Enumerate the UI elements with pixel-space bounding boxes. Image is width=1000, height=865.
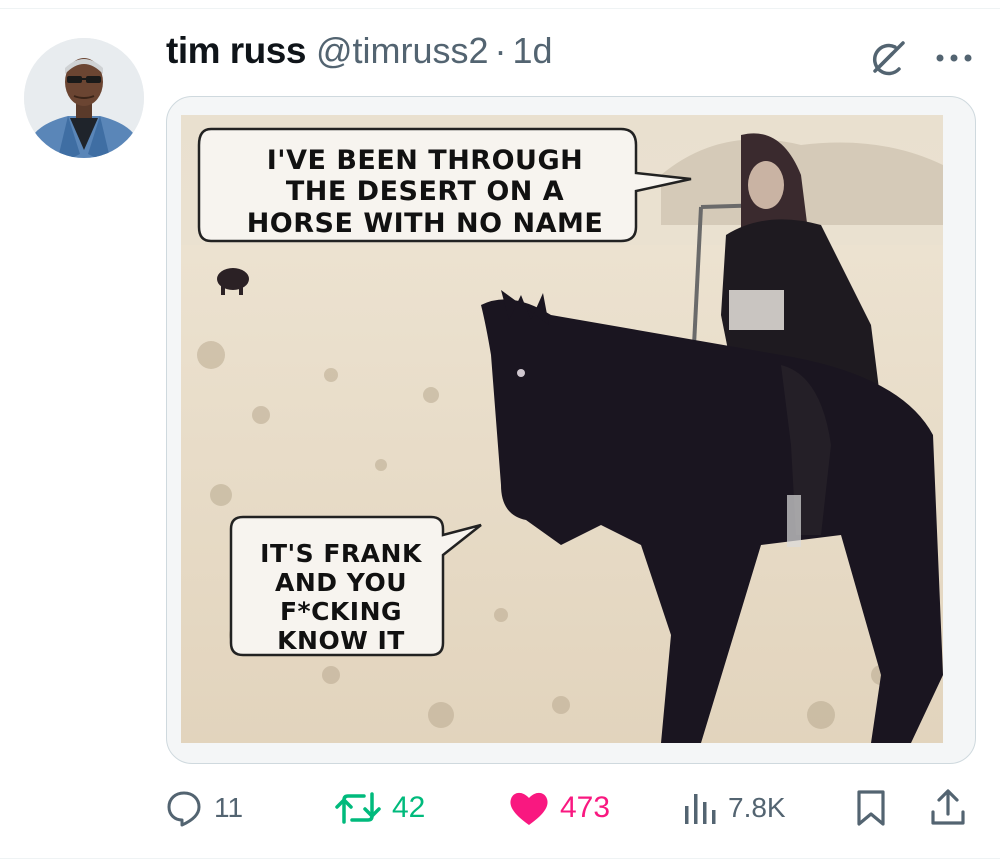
bubble-top-line-3: HORSE WITH NO NAME <box>246 207 604 239</box>
share-icon <box>931 789 965 825</box>
bottom-divider <box>0 858 1000 859</box>
bubble-bottom-line-3: F*CKING <box>279 597 403 626</box>
reply-count: 11 <box>214 792 244 823</box>
repost-count: 42 <box>392 791 426 824</box>
avatar-image <box>24 38 144 158</box>
like-count: 473 <box>560 791 611 824</box>
separator-dot: · <box>494 30 507 71</box>
user-handle[interactable]: @timruss2 <box>316 30 489 72</box>
bubble-top-line-2: THE DESERT ON A <box>285 176 565 208</box>
reply-button[interactable]: 11 <box>164 780 243 836</box>
bubble-bottom-line-2: AND YOU <box>275 568 407 597</box>
action-bar: 11 42 473 7.8K <box>164 780 974 836</box>
speech-bubble-top: I'VE BEEN THROUGH THE DESERT ON A HORSE … <box>215 145 635 239</box>
grok-icon[interactable] <box>866 38 908 80</box>
tweet-media[interactable]: I'VE BEEN THROUGH THE DESERT ON A HORSE … <box>166 96 976 764</box>
bubble-bottom-line-1: IT'S FRANK <box>260 539 422 568</box>
top-divider <box>0 8 1000 9</box>
reply-icon <box>167 791 201 827</box>
more-icon[interactable] <box>932 44 976 72</box>
bookmark-button[interactable] <box>854 780 888 836</box>
repost-button[interactable]: 42 <box>334 780 425 836</box>
repost-icon <box>335 792 381 824</box>
like-button[interactable]: 473 <box>508 780 610 836</box>
views-icon <box>685 794 716 824</box>
like-icon <box>510 792 548 825</box>
views-button[interactable]: 7.8K <box>682 780 786 836</box>
avatar[interactable] <box>24 38 144 158</box>
tweet-header: tim russ @timruss2 · 1d <box>166 30 553 86</box>
display-name[interactable]: tim russ <box>166 30 306 72</box>
bubble-bottom-line-4: KNOW IT <box>277 626 405 655</box>
speech-bubble-bottom: IT'S FRANK AND YOU F*CKING KNOW IT <box>241 539 441 655</box>
bookmark-icon <box>857 790 885 826</box>
share-button[interactable] <box>928 780 968 836</box>
timestamp[interactable]: 1d <box>513 30 553 72</box>
views-count: 7.8K <box>728 792 786 823</box>
bubble-top-line-1: I'VE BEEN THROUGH <box>266 145 584 176</box>
